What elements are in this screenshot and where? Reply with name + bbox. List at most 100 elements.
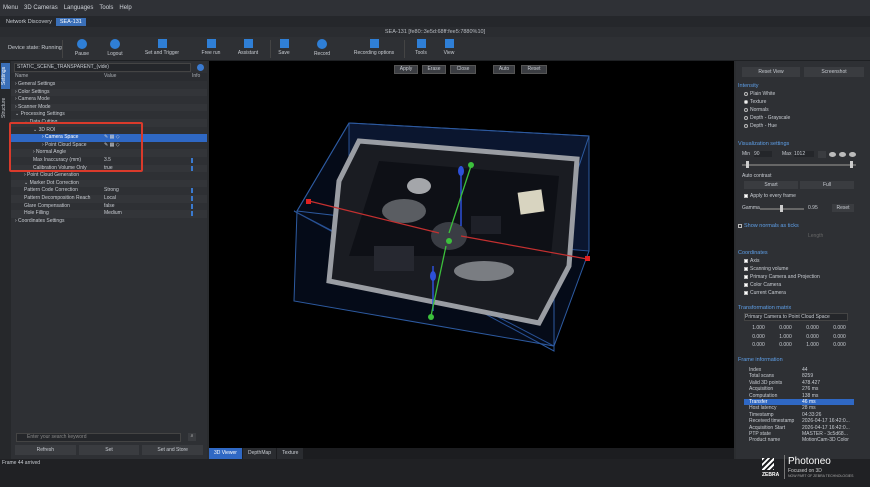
coordinates-title: Coordinates	[738, 250, 768, 256]
tab-depthmap[interactable]: DepthMap	[242, 448, 277, 459]
tab-network-discovery[interactable]: Network Discovery	[2, 18, 56, 26]
menu-item-tools[interactable]: Tools	[99, 5, 113, 11]
scanning-volume-checkbox[interactable]: Scanning volume	[744, 266, 788, 272]
tab-device[interactable]: SEA-131	[55, 17, 86, 26]
refresh-button[interactable]: Refresh	[15, 445, 76, 455]
gamma-value[interactable]: 0.95	[808, 205, 818, 211]
frame-info-row: Product name MotionCam-3D Color	[744, 437, 854, 443]
settings-row[interactable]: › Point Cloud Generation	[11, 172, 207, 180]
free-run-button[interactable]: Free run	[198, 39, 224, 56]
tagline-sub: NOW PART OF ZEBRA TECHNOLOGIES	[788, 474, 854, 478]
matrix-cell: 1.000	[752, 325, 765, 332]
3d-viewer[interactable]: Apply Erase Close Auto Reset 3D Viewer D…	[209, 61, 734, 459]
settings-row-label: Hole Filling	[24, 210, 49, 217]
object-6	[407, 178, 431, 194]
menu-item-3d-cameras[interactable]: 3D Cameras	[24, 5, 58, 11]
range-slider[interactable]	[742, 164, 856, 166]
set-button[interactable]: Set	[78, 445, 140, 455]
settings-row-value[interactable]: Strong	[104, 187, 119, 195]
matrix-cell: 0.000	[752, 333, 765, 340]
menu-item-languages[interactable]: Languages	[64, 5, 94, 11]
object-7	[471, 216, 501, 234]
screenshot-button[interactable]: Screenshot	[804, 67, 864, 77]
video-icon	[206, 39, 216, 48]
histogram-icon[interactable]	[818, 151, 826, 158]
radio-depth-hue[interactable]: Depth - Hue	[744, 123, 777, 129]
pause-button[interactable]: Pause	[70, 39, 94, 57]
settings-row[interactable]: Glare Compensation false	[11, 203, 207, 211]
radio-normals[interactable]: Normals	[744, 107, 769, 113]
profile-select[interactable]: STATIC_SCENE_TRANSPARENT_(vide)	[14, 62, 191, 72]
info-marker	[191, 165, 193, 171]
settings-row-value[interactable]: false	[104, 203, 115, 211]
gear-icon[interactable]	[197, 63, 204, 71]
info-marker	[191, 211, 193, 217]
min-input[interactable]: 90	[754, 151, 772, 157]
settings-row-value[interactable]: Medium	[104, 210, 122, 218]
normals-ticks-title[interactable]: Show normals as ticks	[738, 223, 799, 229]
intensity-title: Intensity	[738, 83, 759, 89]
matrix-row: 0.000 0.000 1.000 0.000	[746, 342, 852, 348]
save-button[interactable]: Save	[274, 39, 294, 56]
menu-item-menu[interactable]: Menu	[3, 5, 18, 11]
settings-row-value[interactable]: Local	[104, 195, 116, 203]
eye-icon-2[interactable]	[839, 152, 846, 157]
settings-row[interactable]: › Scanner Mode	[11, 103, 207, 112]
search-input[interactable]: Enter your search keyword	[16, 433, 181, 442]
set-and-trigger-button[interactable]: Set and Trigger	[140, 39, 184, 56]
reset-view-button[interactable]: Reset View	[742, 67, 800, 77]
max-label: Max	[782, 151, 792, 157]
matrix-row: 0.000 1.000 0.000 0.000	[746, 333, 852, 340]
gamma-handle[interactable]	[780, 205, 783, 212]
transform-matrix: 1.000 0.000 0.000 0.000 0.000 1.000 0.000 0.000…	[744, 323, 854, 350]
settings-row[interactable]: › Camera Mode	[11, 96, 207, 104]
settings-row[interactable]: › Coordinates Settings	[11, 218, 207, 226]
view-button[interactable]: View	[438, 39, 460, 56]
object-3	[517, 189, 545, 215]
menu-item-help[interactable]: Help	[119, 5, 131, 11]
recording-options-button[interactable]: Recording options	[350, 39, 398, 56]
axis-checkbox[interactable]: Axis	[744, 258, 759, 264]
assistant-button[interactable]: Assistant	[232, 39, 264, 56]
side-tab-structure[interactable]: Structure	[1, 93, 10, 123]
tools-button[interactable]: Tools	[410, 39, 432, 56]
eye-icon-1[interactable]	[829, 152, 836, 157]
side-tab-settings[interactable]: Settings	[1, 63, 10, 89]
zebra-logo-icon	[762, 458, 774, 470]
record-button[interactable]: Record	[310, 39, 334, 57]
object-1	[382, 199, 426, 223]
primary-camera-checkbox[interactable]: Primary Camera and Projection	[744, 274, 820, 280]
set-and-store-button[interactable]: Set and Store	[142, 445, 204, 455]
range-handle-min[interactable]	[746, 161, 749, 168]
gamma-reset-button[interactable]: Reset	[832, 204, 854, 212]
toolbar-separator	[62, 40, 63, 58]
transform-select[interactable]: Primary Camera to Point Cloud Space	[744, 313, 848, 321]
search-icon[interactable]: ⌕	[188, 433, 196, 441]
settings-row[interactable]: ⌄ Processing Settings	[11, 111, 207, 119]
settings-row[interactable]: › Color Settings	[11, 88, 207, 97]
smart-button[interactable]: Smart	[744, 181, 798, 189]
settings-row[interactable]: Hole Filling Medium	[11, 210, 207, 218]
apply-every-frame-checkbox[interactable]: Apply to every frame	[744, 193, 796, 199]
settings-row[interactable]: Pattern Decomposition Reach Local	[11, 194, 207, 203]
settings-row[interactable]: › General Settings	[11, 81, 207, 89]
max-input[interactable]: 1012	[794, 151, 814, 157]
range-handle-max[interactable]	[850, 161, 853, 168]
current-camera-checkbox[interactable]: Current Camera	[744, 290, 786, 296]
eye-icon-3[interactable]	[849, 152, 856, 157]
settings-row[interactable]: Pattern Code Correction Strong	[11, 187, 207, 195]
settings-row-label: Glare Compensation	[24, 202, 70, 209]
col-value: Value	[104, 73, 117, 79]
tab-3d-viewer[interactable]: 3D Viewer	[209, 448, 242, 459]
color-camera-checkbox[interactable]: Color Camera	[744, 282, 781, 288]
view-icon	[444, 39, 454, 48]
settings-row[interactable]: ⌄ Marker Dot Correction	[11, 179, 207, 188]
toolbar-separator	[404, 40, 405, 58]
radio-plain-white[interactable]: Plain White	[744, 91, 775, 97]
tab-texture[interactable]: Texture	[277, 448, 304, 459]
power-icon	[110, 39, 120, 49]
full-button[interactable]: Full	[800, 181, 854, 189]
radio-depth-grayscale[interactable]: Depth - Grayscale	[744, 115, 790, 121]
logout-button[interactable]: Logout	[102, 39, 128, 57]
radio-texture[interactable]: Texture	[744, 99, 766, 105]
